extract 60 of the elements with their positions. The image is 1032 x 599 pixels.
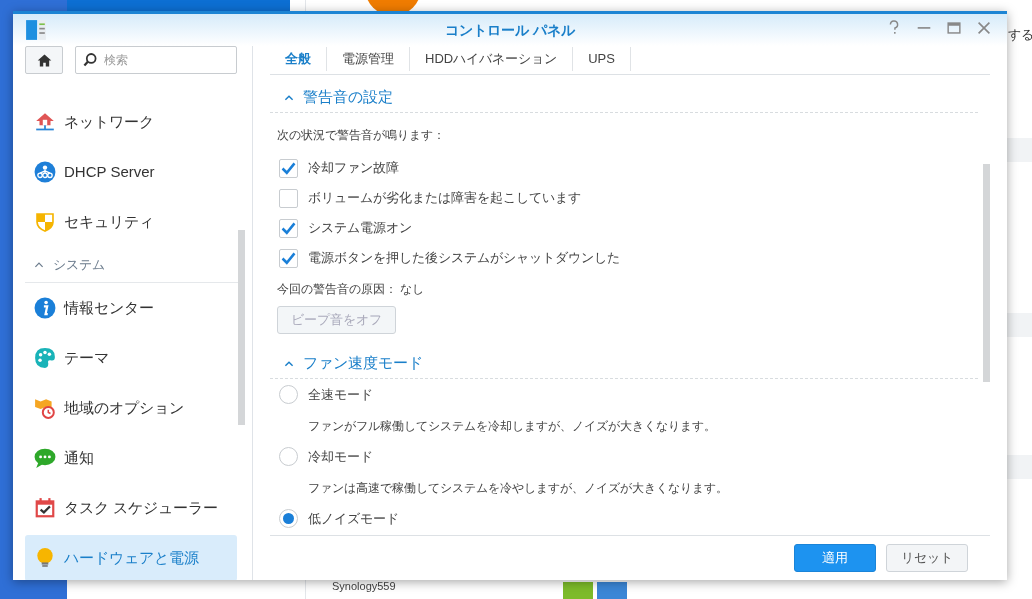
- tab[interactable]: 全般: [270, 47, 327, 71]
- checkbox[interactable]: [279, 218, 298, 238]
- description-text: する: [1008, 26, 1032, 44]
- scrollbar[interactable]: [983, 164, 990, 382]
- shield-icon: [34, 211, 56, 233]
- device-name: Synology559: [332, 579, 396, 594]
- sidebar-item[interactable]: DHCP Server: [25, 149, 237, 195]
- status-bar: [563, 582, 593, 599]
- radio-button[interactable]: [279, 509, 298, 528]
- search-icon: [82, 52, 98, 68]
- home-button[interactable]: [25, 46, 63, 74]
- table-row: [1007, 455, 1032, 479]
- scrollbar[interactable]: [238, 230, 245, 425]
- checkbox-label: ボリュームが劣化または障害を起こしています: [308, 189, 581, 208]
- map-clock-icon: [34, 397, 56, 419]
- sidebar-item[interactable]: ネットワーク: [25, 99, 237, 145]
- table-row: [1007, 138, 1032, 162]
- group-header[interactable]: システム: [25, 247, 240, 283]
- checkbox[interactable]: [279, 248, 298, 268]
- radio-label: 全速モード: [308, 385, 373, 404]
- sidebar-item[interactable]: 地域のオプション: [25, 385, 237, 431]
- palette-icon: [34, 347, 56, 369]
- status-text: 今回の警告音の原因： なし: [276, 281, 426, 298]
- calendar-icon: [34, 497, 56, 519]
- sidebar-item[interactable]: タスク スケジューラー: [25, 485, 237, 531]
- house-icon: [34, 111, 56, 133]
- sidebar-item[interactable]: 情報センター: [25, 285, 237, 331]
- sidebar-item[interactable]: ハードウェアと電源: [25, 535, 237, 580]
- section-header[interactable]: 警告音の設定: [270, 83, 978, 113]
- network-icon: [34, 161, 56, 183]
- tab[interactable]: HDDハイバネーション: [410, 47, 574, 71]
- lightbulb-icon: [34, 547, 56, 569]
- tab[interactable]: 電源管理: [327, 47, 410, 71]
- checkbox-label: 電源ボタンを押した後システムがシャットダウンした: [308, 249, 620, 268]
- close-icon[interactable]: [975, 19, 993, 37]
- info-icon: [34, 297, 56, 319]
- window-title: コントロール パネル: [445, 20, 575, 40]
- search-field[interactable]: 検索: [75, 46, 237, 74]
- sidebar-item[interactable]: テーマ: [25, 335, 237, 381]
- tab[interactable]: UPS: [573, 47, 631, 71]
- app-icon: [25, 19, 47, 41]
- description-text: ファンは高速で稼働してシステムを冷やしますが、ノイズが大きくなります。: [307, 479, 729, 497]
- section-header[interactable]: ファン速度モード: [270, 349, 978, 379]
- reset-button[interactable]: リセット: [886, 544, 968, 572]
- chat-icon: [34, 447, 56, 469]
- sidebar-item[interactable]: 通知: [25, 435, 237, 481]
- radio-button[interactable]: [279, 447, 298, 466]
- checkbox-label: 冷却ファン故障: [308, 159, 399, 178]
- description-text: ファンがフル稼働してシステムを冷却しますが、ノイズが大きくなります。: [307, 417, 717, 435]
- radio-button[interactable]: [279, 385, 298, 404]
- table-row: [1007, 313, 1032, 337]
- intro-text: 次の状況で警告音が鳴ります：: [276, 126, 446, 144]
- checkbox[interactable]: [279, 188, 298, 208]
- status-bar: [597, 582, 627, 599]
- checkbox-label: システム電源オン: [308, 219, 412, 238]
- sidebar-item[interactable]: セキュリティ: [25, 199, 237, 245]
- maximize-icon[interactable]: [945, 19, 963, 37]
- checkbox[interactable]: [279, 158, 298, 178]
- radio-label: 低ノイズモード: [308, 509, 399, 528]
- radio-label: 冷却モード: [308, 447, 373, 466]
